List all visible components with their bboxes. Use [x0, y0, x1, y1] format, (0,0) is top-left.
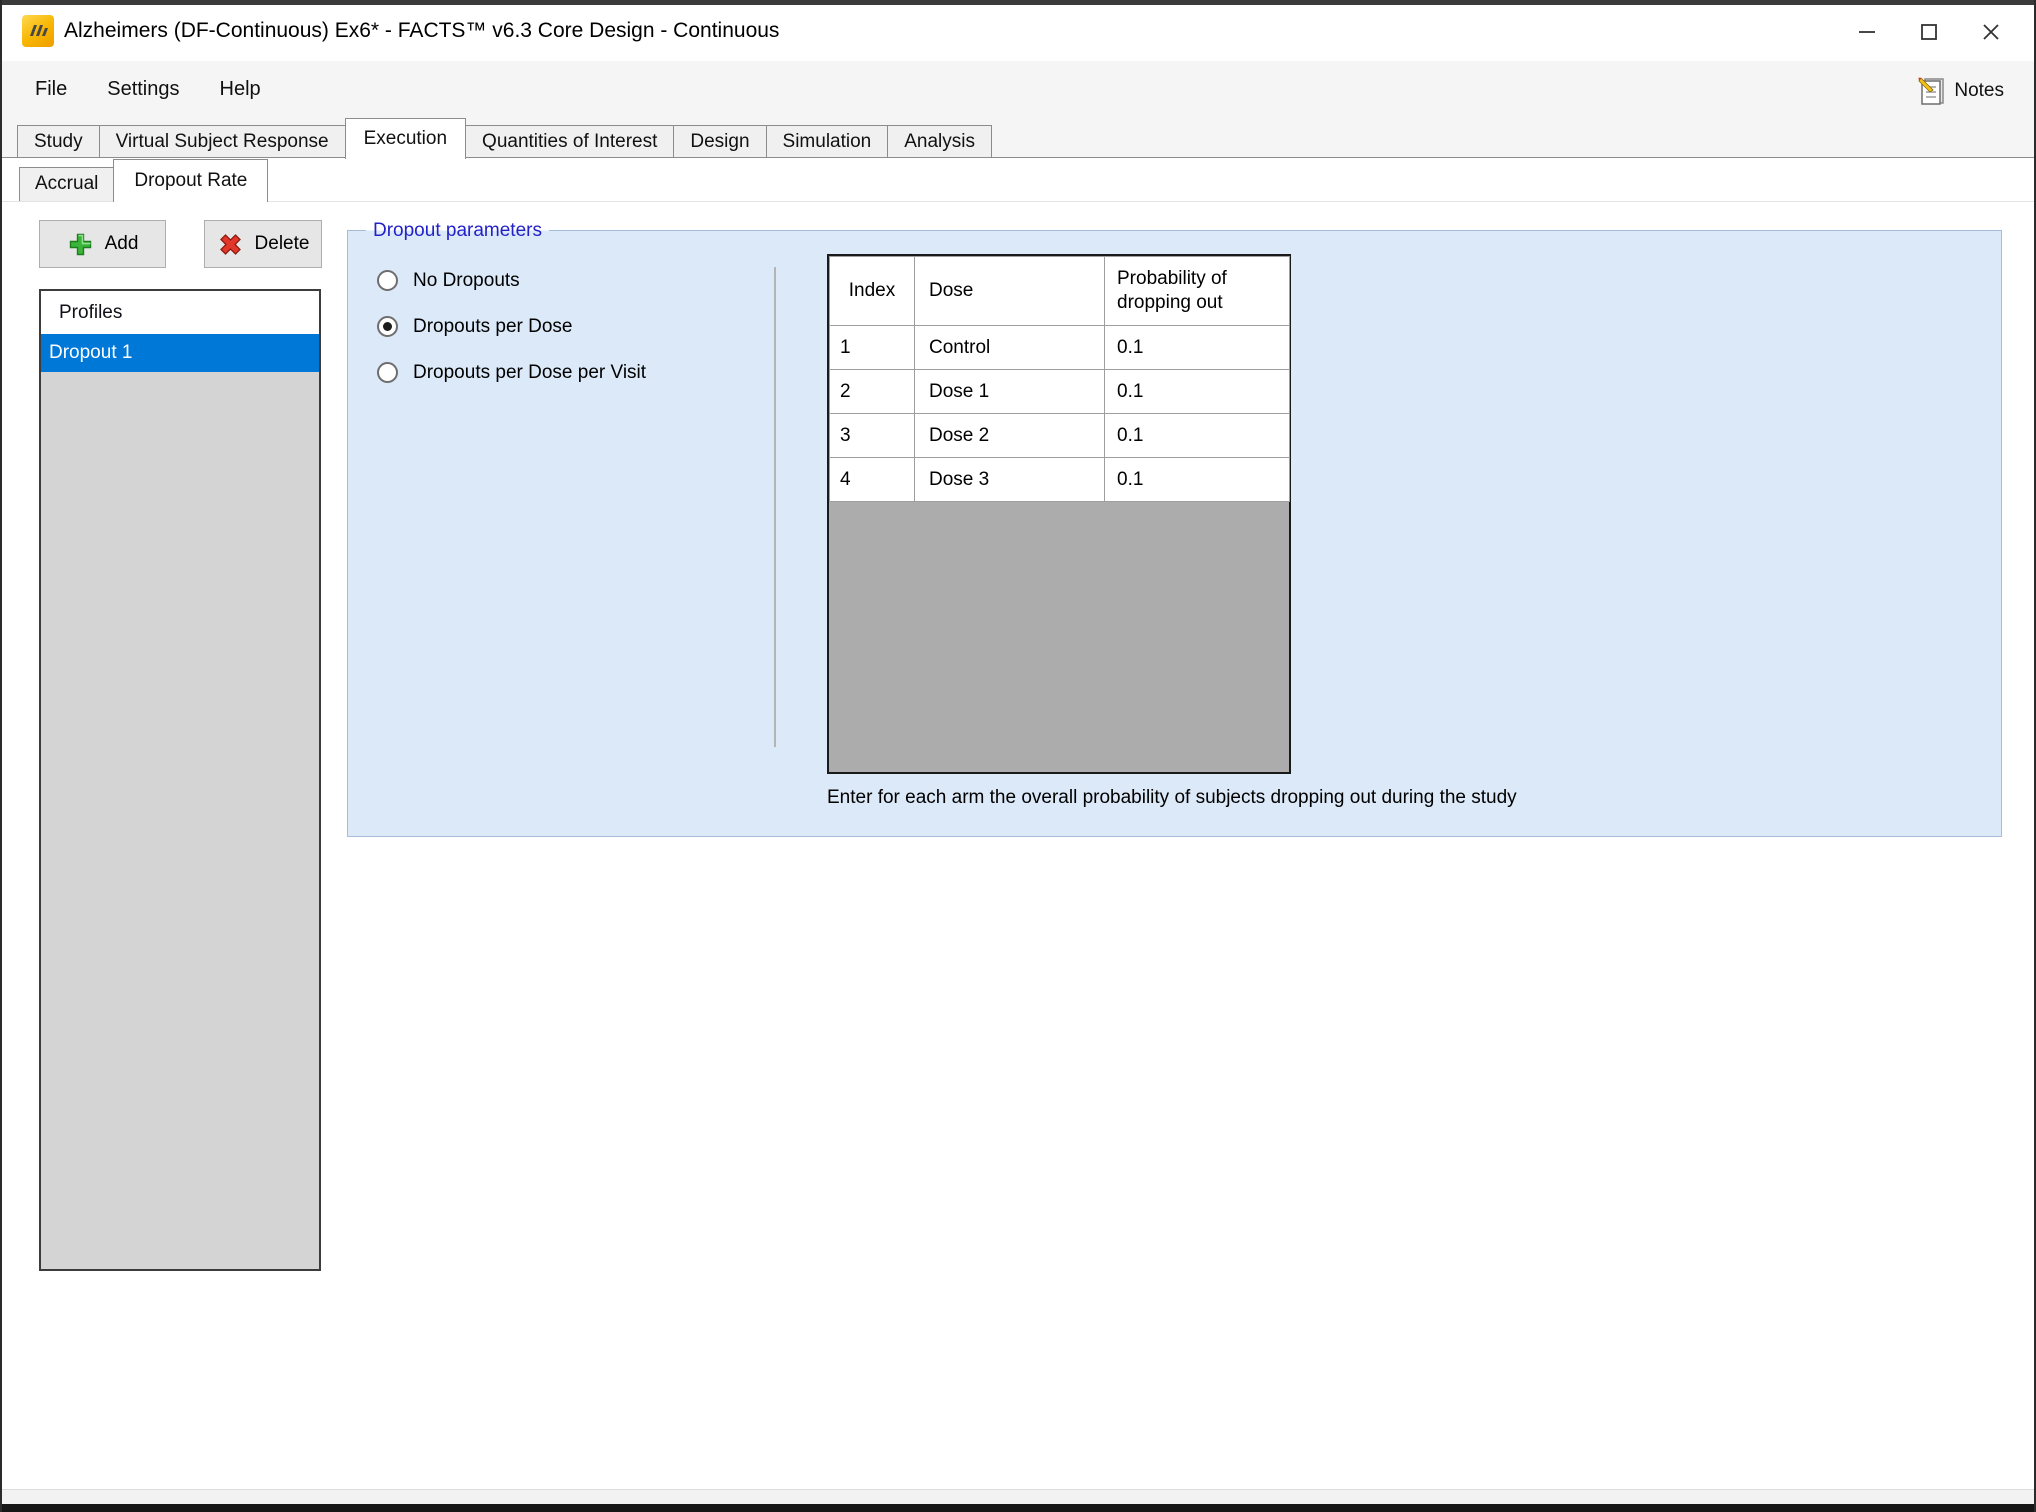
table-row: 1 Control 0.1	[830, 326, 1290, 370]
status-strip	[2, 1489, 2034, 1504]
menu-settings[interactable]: Settings	[87, 61, 199, 118]
cell-dose: Dose 3	[915, 458, 1105, 502]
radio-dropouts-per-dose-per-visit[interactable]: Dropouts per Dose per Visit	[377, 359, 646, 386]
radio-dropouts-per-dose-label: Dropouts per Dose	[413, 316, 572, 338]
add-button[interactable]: Add	[39, 220, 166, 268]
subtab-accrual[interactable]: Accrual	[19, 167, 114, 201]
cell-index: 3	[830, 414, 915, 458]
menu-help[interactable]: Help	[200, 61, 281, 118]
cell-probability[interactable]: 0.1	[1105, 326, 1290, 370]
radio-circle-icon[interactable]	[377, 362, 398, 383]
sub-tabstrip: Accrual Dropout Rate	[2, 158, 2034, 202]
titlebar: Alzheimers (DF-Continuous) Ex6* - FACTS™…	[0, 0, 2036, 61]
tab-simulation[interactable]: Simulation	[766, 125, 889, 158]
dropout-parameters-groupbox: Dropout parameters No Dropouts Dropouts …	[347, 230, 2002, 837]
cell-probability[interactable]: 0.1	[1105, 458, 1290, 502]
tab-virtual-subject-response[interactable]: Virtual Subject Response	[99, 125, 346, 158]
delete-x-icon	[217, 231, 244, 258]
delete-button-label: Delete	[255, 233, 310, 255]
column-header-index: Index	[830, 257, 915, 326]
radio-circle-icon[interactable]	[377, 270, 398, 291]
table-caption: Enter for each arm the overall probabili…	[827, 787, 1517, 809]
radio-no-dropouts[interactable]: No Dropouts	[377, 267, 520, 294]
close-button[interactable]	[1960, 5, 2022, 59]
profiles-list: Profiles Dropout 1	[39, 289, 321, 1271]
cell-probability[interactable]: 0.1	[1105, 414, 1290, 458]
app-logo-icon	[22, 15, 54, 47]
cell-dose: Dose 2	[915, 414, 1105, 458]
cell-probability[interactable]: 0.1	[1105, 370, 1290, 414]
tab-design[interactable]: Design	[673, 125, 766, 158]
radio-no-dropouts-label: No Dropouts	[413, 270, 520, 292]
tab-analysis[interactable]: Analysis	[887, 125, 992, 158]
notes-label: Notes	[1954, 80, 2004, 102]
table-row: 3 Dose 2 0.1	[830, 414, 1290, 458]
app-window: Alzheimers (DF-Continuous) Ex6* - FACTS™…	[0, 0, 2036, 1512]
cell-index: 4	[830, 458, 915, 502]
tab-execution[interactable]: Execution	[345, 118, 466, 159]
radio-dropouts-per-dose[interactable]: Dropouts per Dose	[377, 313, 572, 340]
notes-button[interactable]: Notes	[1912, 71, 2010, 111]
table-row: 2 Dose 1 0.1	[830, 370, 1290, 414]
window-top-edge	[0, 0, 2036, 5]
cell-index: 1	[830, 326, 915, 370]
add-button-label: Add	[105, 233, 139, 255]
menu-file[interactable]: File	[15, 61, 87, 118]
minimize-button[interactable]	[1836, 5, 1898, 59]
maximize-button[interactable]	[1898, 5, 1960, 59]
radio-circle-icon[interactable]	[377, 316, 398, 337]
column-header-dose: Dose	[915, 257, 1105, 326]
delete-button[interactable]: Delete	[204, 220, 322, 268]
table-header-row: Index Dose Probability of dropping out	[830, 257, 1290, 326]
window-bottom-edge	[0, 1504, 2036, 1512]
profiles-header: Profiles	[41, 291, 319, 334]
cell-index: 2	[830, 370, 915, 414]
notes-icon	[1918, 76, 1946, 106]
radio-dropouts-per-dose-per-visit-label: Dropouts per Dose per Visit	[413, 362, 646, 384]
vertical-divider	[774, 267, 776, 747]
tab-quantities-of-interest[interactable]: Quantities of Interest	[465, 125, 674, 158]
window-controls	[1836, 5, 2022, 59]
window-title: Alzheimers (DF-Continuous) Ex6* - FACTS™…	[64, 0, 779, 61]
table-row: 4 Dose 3 0.1	[830, 458, 1290, 502]
window-left-edge	[0, 0, 2, 1512]
plus-icon	[67, 231, 94, 258]
groupbox-title: Dropout parameters	[366, 217, 549, 244]
cell-dose: Dose 1	[915, 370, 1105, 414]
main-tabstrip: Study Virtual Subject Response Execution…	[2, 118, 2034, 158]
dropout-probability-table: Index Dose Probability of dropping out 1…	[827, 254, 1291, 774]
column-header-probability: Probability of dropping out	[1105, 257, 1290, 326]
profile-item-dropout-1[interactable]: Dropout 1	[41, 334, 319, 372]
subtab-dropout-rate[interactable]: Dropout Rate	[113, 159, 268, 202]
cell-dose: Control	[915, 326, 1105, 370]
menubar: File Settings Help Notes	[2, 61, 2034, 118]
tab-study[interactable]: Study	[17, 125, 100, 158]
